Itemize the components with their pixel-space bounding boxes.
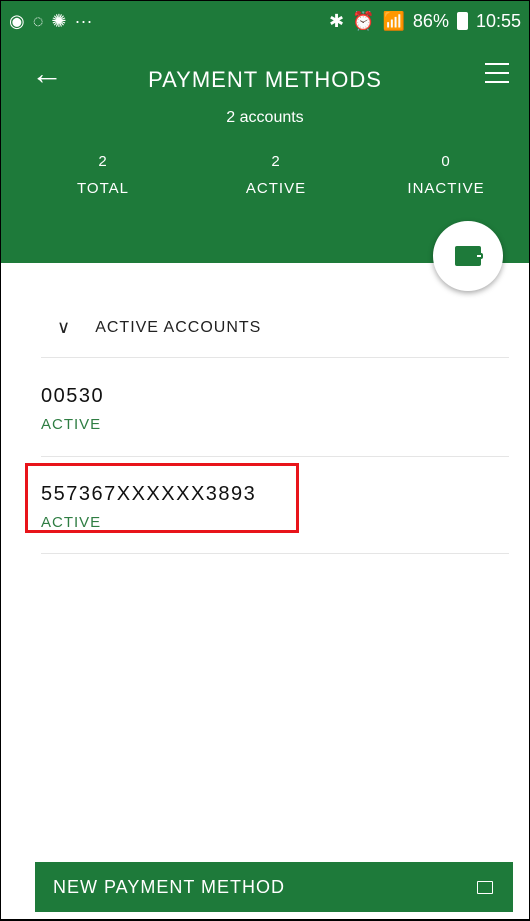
clock: 10:55 [475,10,521,31]
battery-percent: 86% [412,10,449,31]
bluetooth-icon: ✱ [328,11,345,31]
alarm-icon: ⏰ [352,11,375,31]
menu-icon[interactable] [485,63,509,83]
battery-icon [456,12,468,30]
wallet-icon [455,246,483,266]
section-title: ACTIVE ACCOUNTS [95,318,262,336]
status-bar: ◉ ◌ ✺ ··· ✱ ⏰ 📶 86% 10:55 [1,1,529,41]
accounts-count: 2 accounts [226,109,304,126]
highlight-box [25,463,299,533]
chevron-down-icon: ∨ [57,317,72,337]
stat-active-label: ACTIVE [245,180,307,197]
stat-active-value: 2 [271,153,281,170]
stat-active: 2 ACTIVE [206,153,346,197]
stat-inactive-value: 0 [441,153,451,170]
new-payment-method-label: NEW PAYMENT METHOD [53,876,286,897]
signal-icon: 📶 [382,11,405,31]
stat-inactive-label: INACTIVE [407,180,485,197]
account-item-00530[interactable]: 00530 ACTIVE [41,385,509,433]
wallet-outline-icon [477,880,493,894]
divider [41,357,509,358]
app2-icon: ✺ [51,11,67,31]
account-status: ACTIVE [41,416,102,433]
active-accounts-toggle[interactable]: ∨ ACTIVE ACCOUNTS [41,317,261,338]
whatsapp-icon: ◌ [32,11,44,31]
divider [41,456,509,457]
new-payment-method-button[interactable]: NEW PAYMENT METHOD [35,862,513,912]
stat-inactive: 0 INACTIVE [376,153,516,197]
stat-total-value: 2 [98,153,108,170]
divider [41,553,509,554]
stat-total-label: TOTAL [77,180,129,197]
page-title: PAYMENT METHODS [148,67,382,92]
stat-total: 2 TOTAL [33,153,173,197]
account-number: 00530 [41,385,105,407]
phone-screen: ◉ ◌ ✺ ··· ✱ ⏰ 📶 86% 10:55 ← PAYMENT METH… [1,1,529,919]
overflow-dots: ··· [74,11,93,31]
wallet-button[interactable] [433,221,503,291]
app-icon: ◉ [9,11,25,31]
